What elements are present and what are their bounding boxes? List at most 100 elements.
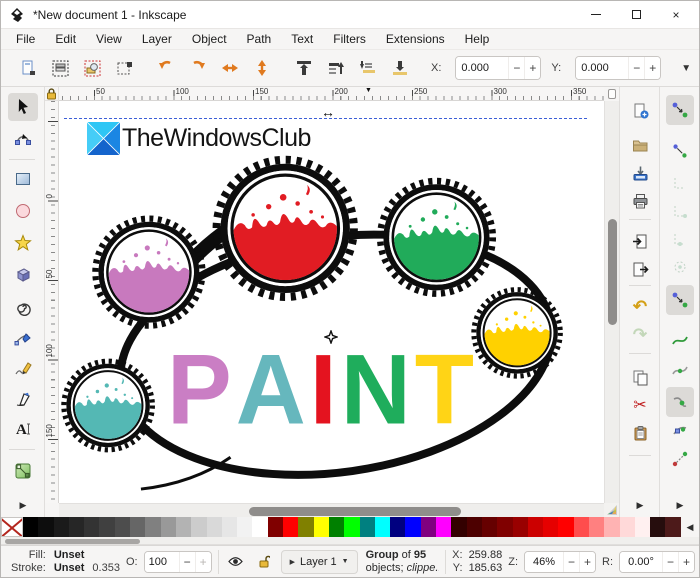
canvas[interactable]: TheWindowsClub PAINT ↔	[59, 101, 604, 503]
new-document-button[interactable]	[628, 99, 652, 123]
snap-midpoints-toggle[interactable]	[668, 447, 692, 471]
color-swatch[interactable]	[130, 517, 146, 537]
menu-item[interactable]: Filters	[324, 31, 375, 47]
color-swatch[interactable]	[588, 517, 605, 537]
vertical-scrollbar[interactable]	[604, 101, 619, 503]
horizontal-ruler[interactable]: 50 100 150 200 250 300 350 ▼	[59, 87, 604, 101]
select-all-icon[interactable]	[17, 57, 39, 79]
rotation-plus-button[interactable]: +	[678, 551, 694, 572]
calligraphy-tool[interactable]	[8, 385, 38, 413]
undo-button[interactable]: ↶	[628, 295, 652, 319]
menu-item[interactable]: Help	[456, 31, 499, 47]
color-swatch[interactable]	[328, 517, 345, 537]
color-swatch[interactable]	[23, 517, 39, 537]
rotation-input[interactable]	[620, 551, 662, 572]
x-plus-button[interactable]: +	[524, 57, 541, 79]
open-document-button[interactable]	[628, 133, 652, 157]
vertical-ruler[interactable]: 050100150200250	[45, 101, 59, 503]
menu-item[interactable]: Text	[282, 31, 322, 47]
color-swatch[interactable]	[573, 517, 589, 537]
export-button[interactable]	[628, 257, 652, 281]
ruler-corner-button[interactable]	[604, 87, 619, 101]
selector-tool[interactable]	[8, 93, 38, 121]
color-swatch[interactable]	[619, 517, 635, 537]
fill-stroke-indicator[interactable]: Fill: Unset Stroke: Unset 0.353	[5, 549, 120, 575]
y-input[interactable]	[576, 57, 629, 79]
color-swatch[interactable]	[466, 517, 482, 537]
menu-item[interactable]: Extensions	[377, 31, 454, 47]
color-swatch[interactable]	[390, 517, 406, 537]
color-swatch[interactable]	[558, 517, 574, 537]
minimize-button[interactable]	[589, 8, 603, 22]
color-swatch[interactable]	[405, 517, 421, 537]
color-swatch[interactable]	[543, 517, 559, 537]
color-swatch[interactable]	[512, 517, 528, 537]
snap-bounding-box-toggle[interactable]	[668, 139, 692, 163]
box3d-tool[interactable]	[8, 261, 38, 289]
snap-bbox-centers-toggle[interactable]	[668, 255, 692, 279]
snap-cusp-nodes-toggle[interactable]	[666, 387, 694, 417]
color-swatch[interactable]	[206, 517, 222, 537]
color-swatch[interactable]	[283, 517, 299, 537]
lower-icon[interactable]	[357, 57, 379, 79]
raise-to-top-icon[interactable]	[293, 57, 315, 79]
x-minus-button[interactable]: −	[508, 57, 525, 79]
color-swatch[interactable]	[374, 517, 391, 537]
vertical-scrollbar-thumb[interactable]	[608, 219, 617, 325]
spiral-tool[interactable]	[8, 293, 38, 321]
color-swatch[interactable]	[68, 517, 85, 537]
text-tool[interactable]: A	[8, 415, 38, 443]
dock-expand-button[interactable]: ▶	[8, 495, 38, 515]
color-swatch[interactable]	[114, 517, 131, 537]
rotate-ccw-icon[interactable]	[155, 57, 177, 79]
copy-button[interactable]	[628, 365, 652, 389]
pen-tool[interactable]	[8, 325, 38, 353]
import-button[interactable]	[628, 229, 652, 253]
color-swatch[interactable]	[191, 517, 207, 537]
color-swatch[interactable]	[527, 517, 544, 537]
menu-item[interactable]: Layer	[133, 31, 181, 47]
no-color-swatch[interactable]	[1, 517, 23, 537]
lower-to-bottom-icon[interactable]	[389, 57, 411, 79]
snap-bbox-corners-toggle[interactable]	[668, 199, 692, 223]
color-swatch[interactable]	[451, 517, 467, 537]
color-swatch[interactable]	[481, 517, 498, 537]
snap-bbox-edges-toggle[interactable]	[668, 171, 692, 195]
snap-to-paths-toggle[interactable]	[668, 329, 692, 353]
color-swatch[interactable]	[359, 517, 375, 537]
toolbar-overflow-button[interactable]: ▼	[671, 63, 700, 74]
menu-item[interactable]: Edit	[46, 31, 85, 47]
zoom-minus-button[interactable]: −	[563, 551, 579, 572]
color-swatch[interactable]	[634, 517, 651, 537]
star-tool[interactable]	[8, 229, 38, 257]
ellipse-tool[interactable]	[8, 197, 38, 225]
snap-smooth-nodes-toggle[interactable]	[668, 419, 692, 443]
palette-scroll-button[interactable]: ◀	[681, 517, 699, 537]
color-swatch[interactable]	[665, 517, 681, 537]
color-managed-view-button[interactable]	[604, 503, 619, 517]
opacity-plus-button[interactable]: +	[194, 551, 211, 572]
rectangle-tool[interactable]	[8, 165, 38, 193]
color-swatch[interactable]	[160, 517, 176, 537]
zoom-plus-button[interactable]: +	[579, 551, 595, 572]
snap-bbox-edge-midpoints-toggle[interactable]	[668, 227, 692, 251]
guide-lock-button[interactable]	[45, 87, 59, 101]
palette-scrollbar[interactable]	[1, 537, 699, 545]
save-document-button[interactable]	[628, 161, 652, 185]
select-all-layers-icon[interactable]	[49, 57, 71, 79]
color-swatch[interactable]	[237, 517, 253, 537]
color-swatch[interactable]	[252, 517, 268, 537]
flip-vertical-icon[interactable]	[251, 57, 273, 79]
x-input[interactable]	[456, 57, 509, 79]
color-swatch[interactable]	[650, 517, 666, 537]
maximize-button[interactable]	[629, 8, 643, 22]
color-swatch[interactable]	[53, 517, 69, 537]
deselect-icon[interactable]	[81, 57, 103, 79]
palette-scrollbar-thumb[interactable]	[5, 539, 140, 544]
color-swatch[interactable]	[313, 517, 329, 537]
rotation-minus-button[interactable]: −	[662, 551, 678, 572]
y-plus-button[interactable]: +	[644, 57, 661, 79]
color-swatch[interactable]	[38, 517, 54, 537]
rotate-cw-icon[interactable]	[187, 57, 209, 79]
redo-button[interactable]: ↷	[628, 323, 652, 347]
